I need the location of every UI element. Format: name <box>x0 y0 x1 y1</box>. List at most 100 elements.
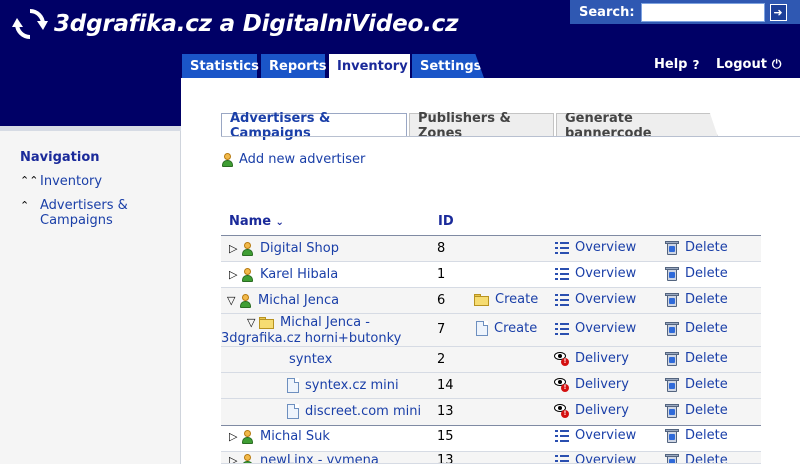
delivery-warning-icon: ! <box>554 403 569 418</box>
logout-label: Logout <box>716 57 767 72</box>
subtab-publishers-zones[interactable]: Publishers & Zones <box>409 111 554 141</box>
delivery-warning-icon: ! <box>554 377 569 392</box>
subtab-advertisers-campaigns[interactable]: Advertisers & Campaigns <box>221 111 407 141</box>
banner-name-link[interactable]: syntex <box>289 352 332 367</box>
advertiser-icon <box>241 429 254 444</box>
table-row: discreet.com mini 13 ! Delivery Delete <box>221 399 761 426</box>
delete-link[interactable]: Delete <box>665 321 728 336</box>
logout-link[interactable]: Logout ⏻ <box>716 57 781 72</box>
banner-name-link[interactable]: syntex.cz mini <box>305 378 399 393</box>
delivery-link[interactable]: ! Delivery <box>554 351 629 366</box>
folder-icon <box>474 293 489 306</box>
delete-link[interactable]: Delete <box>665 403 728 418</box>
overview-link[interactable]: Overview <box>555 266 636 281</box>
id-cell: 13 <box>437 453 454 464</box>
overview-link[interactable]: Overview <box>555 240 636 255</box>
add-advertiser-link[interactable]: Add new advertiser <box>221 152 365 167</box>
expand-triangle-icon[interactable]: ▷ <box>229 242 241 255</box>
tab-settings[interactable]: Settings <box>412 54 484 78</box>
help-link[interactable]: Help ? <box>654 57 699 72</box>
nav-item-inventory[interactable]: ⌃⌃ Inventory <box>20 174 102 189</box>
advertiser-name-link[interactable]: Karel Hibala <box>260 267 338 282</box>
tab-inventory[interactable]: Inventory <box>329 54 410 78</box>
chevron-up-icon: ⌃ <box>20 199 30 212</box>
overview-link[interactable]: Overview <box>555 453 636 464</box>
folder-icon <box>259 316 274 329</box>
delete-link[interactable]: Delete <box>665 266 728 281</box>
advertiser-name-link[interactable]: Michal Suk <box>260 429 330 444</box>
sort-down-icon: ⌄ <box>275 217 284 228</box>
campaign-name-link[interactable]: Michal Jenca - <box>280 315 370 330</box>
subtab-divider <box>221 136 800 137</box>
table-row: ▽ Michal Jenca 6 Create Overview Delete <box>221 288 761 314</box>
nav-item-label: Inventory <box>40 174 103 189</box>
overview-link[interactable]: Overview <box>555 292 636 307</box>
delete-link[interactable]: Delete <box>665 351 728 366</box>
create-link[interactable]: Create <box>474 292 538 307</box>
table-header: Name ⌄ ID <box>221 214 761 236</box>
subtab-generate-bannercode[interactable]: Generate bannercode <box>556 113 718 137</box>
id-cell: 6 <box>437 293 446 308</box>
id-cell: 2 <box>437 352 446 367</box>
delete-icon <box>665 453 679 463</box>
document-icon <box>476 321 488 336</box>
nav-title: Navigation <box>20 150 100 165</box>
table-row: ▽ Michal Jenca - 3dgrafika.cz horni+buto… <box>221 314 761 347</box>
advertiser-name-link[interactable]: Digital Shop <box>260 241 339 256</box>
id-cell: 13 <box>437 404 454 419</box>
sidebar-divider <box>0 126 181 131</box>
list-icon <box>555 322 569 335</box>
collapse-triangle-icon[interactable]: ▽ <box>247 316 259 329</box>
advertiser-icon <box>239 293 252 308</box>
logo: 3dgrafika.cz a DigitalniVideo.cz <box>12 6 458 42</box>
nav-item-advertisers-campaigns[interactable]: ⌃ Advertisers & Campaigns <box>20 198 128 228</box>
column-header-id[interactable]: ID <box>438 214 454 229</box>
tab-reports[interactable]: Reports <box>261 54 326 78</box>
advertiser-name-link[interactable]: newLinx - vymena <box>260 453 379 463</box>
search-bar: Search: ➜ <box>570 0 800 24</box>
delete-link[interactable]: Delete <box>665 240 728 255</box>
question-icon: ? <box>692 57 700 72</box>
add-advertiser-label: Add new advertiser <box>239 152 366 167</box>
table-row: ▷ Karel Hibala 1 Overview Delete <box>221 262 761 288</box>
create-link[interactable]: Create <box>476 321 537 336</box>
advertiser-icon <box>221 152 234 167</box>
power-icon: ⏻ <box>771 57 782 71</box>
delete-icon <box>665 292 679 307</box>
document-icon <box>287 378 299 393</box>
id-cell: 15 <box>437 429 454 444</box>
delete-link[interactable]: Delete <box>665 292 728 307</box>
delete-icon <box>665 351 679 366</box>
collapse-triangle-icon[interactable]: ▽ <box>227 294 239 307</box>
delivery-link[interactable]: ! Delivery <box>554 403 629 418</box>
delete-link[interactable]: Delete <box>665 453 728 463</box>
campaign-name-link-line2[interactable]: 3dgrafika.cz horni+butonky <box>221 331 401 346</box>
overview-link[interactable]: Overview <box>555 428 636 443</box>
list-icon <box>555 454 569 464</box>
arrow-right-icon[interactable]: ➜ <box>769 3 787 21</box>
overview-link[interactable]: Overview <box>555 321 636 336</box>
table-row: syntex.cz mini 14 ! Delivery Delete <box>221 373 761 399</box>
search-input[interactable] <box>640 2 765 22</box>
column-header-name[interactable]: Name ⌄ <box>229 214 284 229</box>
expand-triangle-icon[interactable]: ▷ <box>229 268 241 281</box>
table-row: syntex 2 ! Delivery Delete <box>221 347 761 373</box>
table-row: ▷ Michal Suk 15 Overview Delete <box>221 426 761 452</box>
tab-statistics[interactable]: Statistics <box>182 54 259 78</box>
refresh-logo-icon <box>12 9 48 39</box>
expand-triangle-icon[interactable]: ▷ <box>229 454 241 463</box>
delete-icon <box>665 403 679 418</box>
list-icon <box>555 241 569 254</box>
delete-icon <box>665 377 679 392</box>
delete-icon <box>665 321 679 336</box>
table-row: ▷ newLinx - vymena 13 Overview Delete <box>221 452 761 464</box>
delete-link[interactable]: Delete <box>665 428 728 443</box>
advertiser-name-link[interactable]: Michal Jenca <box>258 293 339 308</box>
expand-triangle-icon[interactable]: ▷ <box>229 430 241 443</box>
table-row: ▷ Digital Shop 8 Overview Delete <box>221 236 761 262</box>
delete-link[interactable]: Delete <box>665 377 728 392</box>
delivery-link[interactable]: ! Delivery <box>554 377 629 392</box>
id-cell: 7 <box>437 322 446 337</box>
banner-name-link[interactable]: discreet.com mini <box>305 404 421 419</box>
delete-icon <box>665 266 679 281</box>
